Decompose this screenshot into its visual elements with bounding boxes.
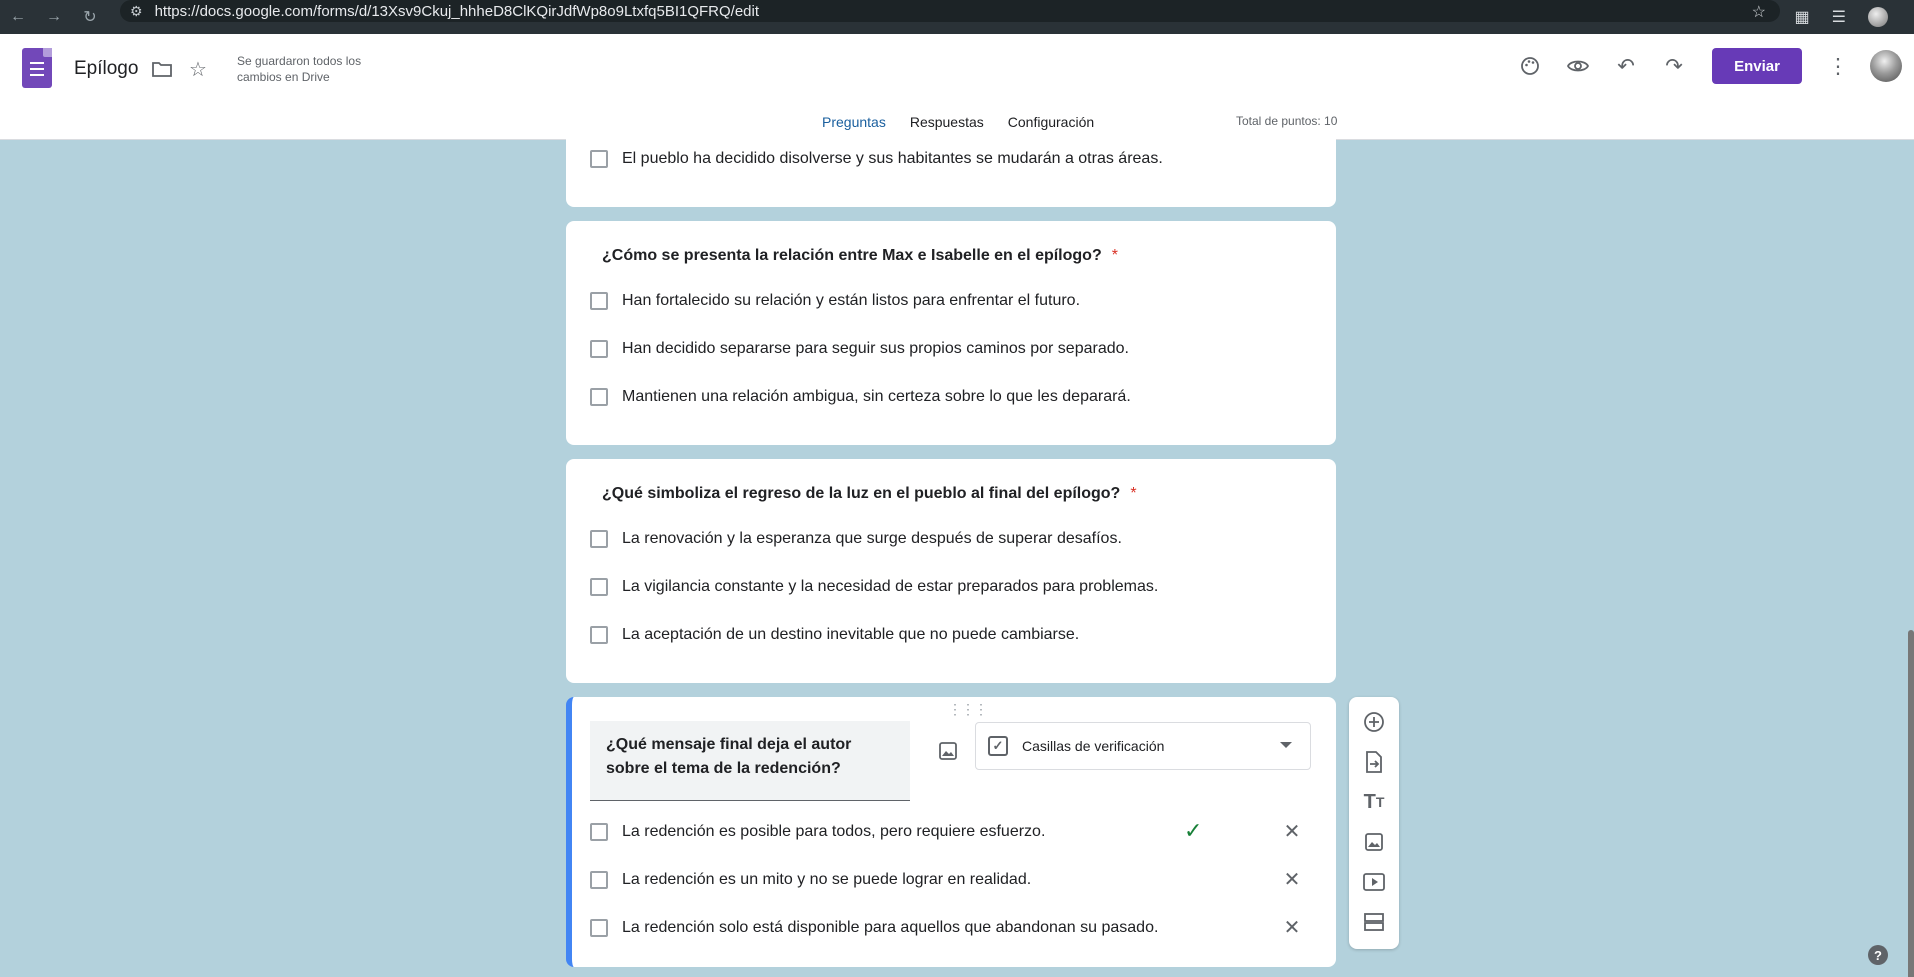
document-title[interactable]: Epílogo (74, 58, 138, 80)
option-label[interactable]: La redención es posible para todos, pero… (622, 823, 1045, 841)
option-label: La renovación y la esperanza que surge d… (622, 530, 1122, 547)
preview-eye-icon[interactable] (1554, 44, 1602, 88)
option-row[interactable]: La renovación y la esperanza que surge d… (590, 527, 1122, 551)
checkbox[interactable] (590, 292, 608, 310)
checkbox[interactable] (590, 150, 608, 168)
question-card[interactable]: ¿Cómo se presenta la relación entre Max … (566, 221, 1336, 445)
help-icon[interactable]: ? (1868, 945, 1888, 965)
required-asterisk: * (1130, 485, 1137, 502)
option-label: Mantienen una relación ambigua, sin cert… (622, 388, 1131, 405)
option-label: El pueblo ha decidido disolverse y sus h… (622, 150, 1163, 167)
add-title-icon[interactable]: TT (1359, 787, 1389, 817)
undo-icon[interactable]: ↶ (1602, 44, 1650, 88)
more-vert-icon[interactable]: ⋮ (1814, 44, 1862, 88)
back-icon[interactable]: ← (0, 0, 36, 34)
send-button[interactable]: Enviar (1712, 48, 1802, 84)
browser-toolbar: ← → ↻ ⚙ https://docs.google.com/forms/d/… (0, 0, 1914, 34)
checkbox[interactable] (590, 388, 608, 406)
option-row[interactable]: Han decidido separarse para seguir sus p… (590, 337, 1129, 361)
bookmark-star-icon[interactable]: ☆ (1752, 2, 1766, 22)
checkbox[interactable] (590, 823, 608, 841)
option-row[interactable]: La redención es un mito y no se puede lo… (590, 868, 1031, 892)
url-text: https://docs.google.com/forms/d/13Xsv9Ck… (154, 2, 760, 20)
checkbox[interactable] (590, 626, 608, 644)
option-row[interactable]: La redención es posible para todos, pero… (590, 820, 1045, 844)
question-title-input[interactable]: ¿Qué mensaje final deja el autor sobre e… (590, 721, 910, 801)
total-points: Total de puntos: 10 (1236, 114, 1338, 128)
site-settings-icon[interactable]: ⚙ (130, 3, 143, 20)
app-header: Epílogo ☆ Se guardaron todos los cambios… (0, 34, 1914, 140)
save-status: Se guardaron todos los cambios en Drive (237, 54, 362, 84)
option-label[interactable]: La redención es un mito y no se puede lo… (622, 871, 1031, 889)
option-row[interactable]: La aceptación de un destino inevitable q… (590, 623, 1079, 647)
add-video-icon[interactable] (1359, 867, 1389, 897)
remove-option-icon[interactable]: ✕ (1278, 867, 1306, 892)
reload-icon[interactable]: ↻ (72, 0, 108, 34)
option-row[interactable]: Mantienen una relación ambigua, sin cert… (590, 385, 1131, 409)
palette-icon[interactable] (1506, 44, 1554, 88)
redo-icon[interactable]: ↷ (1650, 44, 1698, 88)
forms-logo-icon[interactable] (22, 48, 52, 88)
checkbox-type-icon: ✓ (988, 736, 1008, 756)
page-scrollbar[interactable] (1908, 140, 1914, 977)
option-row[interactable]: El pueblo ha decidido disolverse y sus h… (590, 147, 1163, 171)
option-row[interactable]: Han fortalecido su relación y están list… (590, 289, 1080, 313)
question-type-label: Casillas de verificación (1022, 738, 1165, 754)
scrollbar-thumb[interactable] (1908, 630, 1914, 977)
remove-option-icon[interactable]: ✕ (1278, 819, 1306, 844)
forward-icon[interactable]: → (36, 0, 72, 34)
address-bar[interactable]: ⚙ https://docs.google.com/forms/d/13Xsv9… (120, 0, 1780, 22)
option-label: La vigilancia constante y la necesidad d… (622, 578, 1159, 595)
star-icon[interactable]: ☆ (185, 56, 211, 82)
checkbox[interactable] (590, 919, 608, 937)
option-label: Han fortalecido su relación y están list… (622, 292, 1081, 309)
active-question-card[interactable]: ⋮⋮⋮ ¿Qué mensaje final deja el autor sob… (566, 697, 1336, 967)
option-label[interactable]: La redención solo está disponible para a… (622, 919, 1158, 937)
dropdown-arrow-icon (1280, 742, 1292, 748)
add-image-icon[interactable] (934, 737, 962, 765)
required-asterisk: * (1111, 247, 1118, 264)
remove-option-icon[interactable]: ✕ (1278, 915, 1306, 940)
checkbox[interactable] (590, 530, 608, 548)
option-label: La aceptación de un destino inevitable q… (622, 626, 1080, 643)
folder-icon[interactable] (149, 56, 175, 82)
drag-handle-icon[interactable]: ⋮⋮⋮ (948, 701, 988, 718)
media-icon[interactable]: ☰ (1832, 7, 1846, 27)
checkbox[interactable] (590, 578, 608, 596)
option-row[interactable]: La redención solo está disponible para a… (590, 916, 1158, 940)
option-row[interactable]: La vigilancia constante y la necesidad d… (590, 575, 1158, 599)
question-title: ¿Qué simboliza el regreso de la luz en e… (602, 485, 1137, 502)
profile-avatar[interactable] (1868, 7, 1888, 27)
option-label: Han decidido separarse para seguir sus p… (622, 340, 1129, 357)
add-section-icon[interactable] (1359, 907, 1389, 937)
question-card[interactable]: El pueblo ha decidido disolverse y sus h… (566, 130, 1336, 207)
add-question-icon[interactable] (1359, 707, 1389, 737)
user-avatar[interactable] (1870, 50, 1902, 82)
question-card[interactable]: ¿Qué simboliza el regreso de la luz en e… (566, 459, 1336, 683)
import-questions-icon[interactable] (1359, 747, 1389, 777)
extensions-icon[interactable]: ▦ (1795, 7, 1810, 27)
question-type-select[interactable]: ✓ Casillas de verificación (975, 722, 1311, 770)
correct-answer-check-icon: ✓ (1184, 818, 1203, 843)
checkbox[interactable] (590, 340, 608, 358)
checkbox[interactable] (590, 871, 608, 889)
add-image-icon[interactable] (1359, 827, 1389, 857)
side-toolbar: TT (1349, 697, 1399, 949)
question-title: ¿Cómo se presenta la relación entre Max … (602, 247, 1118, 264)
